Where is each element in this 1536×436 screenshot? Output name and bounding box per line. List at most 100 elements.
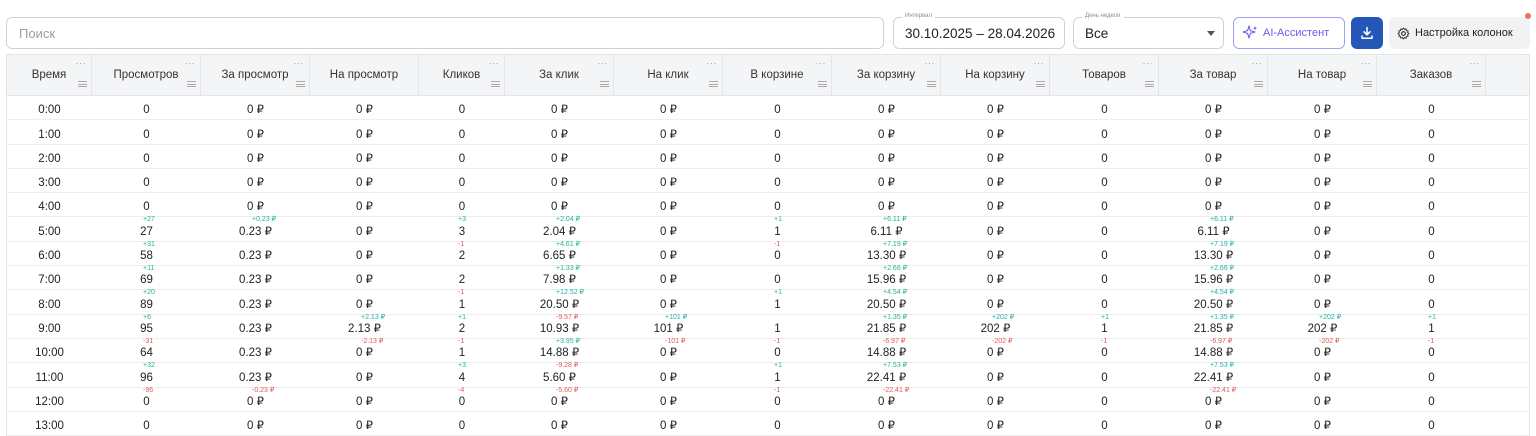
column-header[interactable]: Товаров ··· <box>1050 55 1159 96</box>
table-row[interactable]: 3:00 0 0 ₽ 0 ₽ 0 0 ₽ 0 ₽ 0 0 ₽ 0 ₽ 0 0 ₽ 0 ₽ 0 <box>7 169 1529 194</box>
cell-delta: +3.95 ₽ <box>556 337 581 345</box>
cell-value: 7:00 <box>38 274 61 287</box>
table-cell: 0 ₽ <box>1268 266 1377 289</box>
column-header[interactable]: На товар ··· <box>1268 55 1377 96</box>
notification-dot <box>1525 13 1531 19</box>
column-filter-icon[interactable] <box>1363 81 1372 87</box>
column-header[interactable]: На просмотр <box>310 55 419 96</box>
table-row[interactable]: 9:00 95 +6 0.23 ₽2.13 ₽ +2.13 ₽2 +1 10.93 ₽ -9.… <box>7 313 1529 339</box>
column-header[interactable]: Заказов ··· <box>1377 55 1486 96</box>
column-settings-button[interactable]: Настройка колонок <box>1389 17 1530 49</box>
column-filter-icon[interactable] <box>818 81 827 87</box>
column-header[interactable]: За просмотр ··· <box>201 55 310 96</box>
column-header[interactable]: За товар ··· <box>1159 55 1268 96</box>
table-cell: 3 +3 <box>419 216 505 240</box>
column-menu-icon[interactable]: ··· <box>816 59 827 68</box>
column-menu-icon[interactable]: ··· <box>1034 59 1045 68</box>
column-filter-icon[interactable] <box>1145 81 1154 87</box>
table-cell: 0 ₽ <box>832 193 941 216</box>
column-header[interactable]: Время ··· <box>7 55 92 96</box>
table-cell: 15.96 ₽ +2.66 ₽ <box>1159 265 1268 289</box>
cell-value: 2 <box>458 250 466 263</box>
column-menu-icon[interactable]: ··· <box>1361 59 1372 68</box>
column-filter-icon[interactable] <box>600 81 609 87</box>
table-row[interactable]: 1:00 0 0 ₽ 0 ₽ 0 0 ₽ 0 ₽ 0 0 ₽ 0 ₽ 0 0 ₽ 0 ₽ 0 <box>7 120 1529 145</box>
table-row[interactable]: 8:00 89 +20 0.23 ₽0 ₽1 -1 20.50 ₽ +12.52 ₽0 ₽1… <box>7 289 1529 315</box>
ai-assistant-button[interactable]: AI-Ассистент <box>1233 17 1345 49</box>
table-body: 0:00 0 0 ₽ 0 ₽ 0 0 ₽ 0 ₽ 0 0 ₽ 0 ₽ 0 0 ₽ 0 ₽ 0 1:00 0 0 … <box>7 96 1529 436</box>
cell-delta: +202 ₽ <box>992 313 1015 321</box>
cell-value: 96 <box>140 371 153 384</box>
table-row[interactable]: 4:00 0 0 ₽ 0 ₽ 0 0 ₽ 0 ₽ 0 0 ₽ 0 ₽ 0 0 ₽ 0 ₽ 0 <box>7 193 1529 218</box>
column-filter-icon[interactable] <box>709 81 718 87</box>
table-cell: 0 ₽ <box>310 120 419 143</box>
column-menu-icon[interactable]: ··· <box>707 59 718 68</box>
table-row[interactable]: 6:00 58 +31 0.23 ₽0 ₽2 -1 6.65 ₽ +4.61 ₽0 ₽0 -1… <box>7 241 1529 267</box>
table-cell: 4 +3 <box>419 362 505 386</box>
table-cell: 0 ₽ <box>832 120 941 143</box>
cell-value: 0 <box>143 201 150 214</box>
weekday-select[interactable]: День недели Все <box>1073 12 1224 49</box>
table-cell: 0 ₽ <box>310 266 419 289</box>
column-menu-icon[interactable]: ··· <box>1470 59 1481 68</box>
column-header[interactable]: За клик ··· <box>505 55 614 96</box>
table-cell: 9:00 <box>7 315 92 338</box>
cell-value: 1 <box>774 298 781 311</box>
column-filter-icon[interactable] <box>491 81 500 87</box>
table-cell: 0.23 ₽ +0.23 ₽ <box>201 216 310 240</box>
cell-value: 0 ₽ <box>878 152 895 165</box>
column-filter-icon[interactable] <box>78 81 87 87</box>
column-filter-icon[interactable] <box>1036 81 1045 87</box>
table-row[interactable]: 10:00 64 -31 0.23 ₽0 ₽ -2.13 ₽1 -1 14.88 ₽ +3.9… <box>7 337 1529 364</box>
cell-value: 20.50 ₽ <box>1193 298 1234 311</box>
table-cell: 0.23 ₽ <box>201 290 310 313</box>
column-menu-icon[interactable]: ··· <box>76 59 87 68</box>
column-filter-icon[interactable] <box>187 81 196 87</box>
column-filter-icon[interactable] <box>1472 81 1481 87</box>
column-menu-icon[interactable]: ··· <box>598 59 609 68</box>
cell-value: 1 <box>1428 322 1435 335</box>
table-row[interactable]: 12:00 0 -96 0 ₽ -0.23 ₽0 ₽0 -4 0 ₽ -5.60 ₽0 ₽0-… <box>7 387 1529 412</box>
cell-value: 0 ₽ <box>660 347 677 360</box>
cell-value: 0 ₽ <box>551 152 568 165</box>
table-cell: 0 <box>723 145 832 168</box>
download-button[interactable] <box>1351 17 1383 49</box>
column-menu-icon[interactable]: ··· <box>1143 59 1154 68</box>
cell-value: 0 ₽ <box>987 395 1004 408</box>
column-menu-icon[interactable]: ··· <box>1252 59 1263 68</box>
column-header[interactable]: На клик ··· <box>614 55 723 96</box>
column-menu-icon[interactable]: ··· <box>925 59 936 68</box>
table-cell: 0.23 ₽ <box>201 315 310 338</box>
table-cell: 0 <box>1050 266 1159 289</box>
cell-value: 14.88 ₽ <box>1193 347 1234 360</box>
column-header[interactable]: Просмотров ··· <box>92 55 201 96</box>
cell-delta: -31 <box>143 337 154 345</box>
cell-value: 13.30 ₽ <box>866 250 907 263</box>
cell-value: 0 ₽ <box>1314 250 1331 263</box>
column-filter-icon[interactable] <box>927 81 936 87</box>
interval-picker[interactable]: Интервал 30.10.2025 – 28.04.2026 <box>893 12 1065 49</box>
column-header[interactable]: За корзину ··· <box>832 55 941 96</box>
column-filter-icon[interactable] <box>296 81 305 87</box>
table-row[interactable]: 0:00 0 0 ₽ 0 ₽ 0 0 ₽ 0 ₽ 0 0 ₽ 0 ₽ 0 0 ₽ 0 ₽ 0 <box>7 96 1529 121</box>
column-filter-icon[interactable] <box>1254 81 1263 87</box>
table-row[interactable]: 5:00 27 +27 0.23 ₽ +0.23 ₽0 ₽3 +3 2.04 ₽ +2.04 … <box>7 216 1529 242</box>
column-header[interactable]: На корзину ··· <box>941 55 1050 96</box>
table-cell: 0 <box>1050 193 1159 216</box>
cell-value: 0 ₽ <box>660 395 677 408</box>
cell-value: 0 ₽ <box>987 201 1004 214</box>
column-menu-icon[interactable]: ··· <box>489 59 500 68</box>
table-cell: 14.88 ₽ +3.95 ₽ <box>505 337 614 362</box>
column-menu-icon[interactable]: ··· <box>185 59 196 68</box>
column-menu-icon[interactable]: ··· <box>294 59 305 68</box>
search-input[interactable] <box>6 17 884 49</box>
column-header[interactable]: В корзине ··· <box>723 55 832 96</box>
table-row[interactable]: 2:00 0 0 ₽ 0 ₽ 0 0 ₽ 0 ₽ 0 0 ₽ 0 ₽ 0 0 ₽ 0 ₽ 0 <box>7 145 1529 169</box>
cell-value: 22.41 ₽ <box>866 371 907 384</box>
table-row[interactable]: 11:00 96 +32 0.23 ₽0 ₽4 +3 5.60 ₽ -9.28 ₽0 ₽1 +… <box>7 362 1529 388</box>
toolbar: Интервал 30.10.2025 – 28.04.2026 День не… <box>0 0 1536 52</box>
table-row[interactable]: 7:00 69 +11 0.23 ₽ 0 ₽ 2 7.98 ₽ +1.33 ₽ 0 ₽ 0 15.9… <box>7 265 1529 291</box>
table-row[interactable]: 13:00 0 0 ₽ 0 ₽ 0 0 ₽ 0 ₽ 0 0 ₽ 0 ₽ 0 0 ₽ 0 ₽ 0 <box>7 412 1529 436</box>
table-cell: 0 -1 <box>723 338 832 362</box>
column-header[interactable]: Кликов ··· <box>419 55 505 96</box>
